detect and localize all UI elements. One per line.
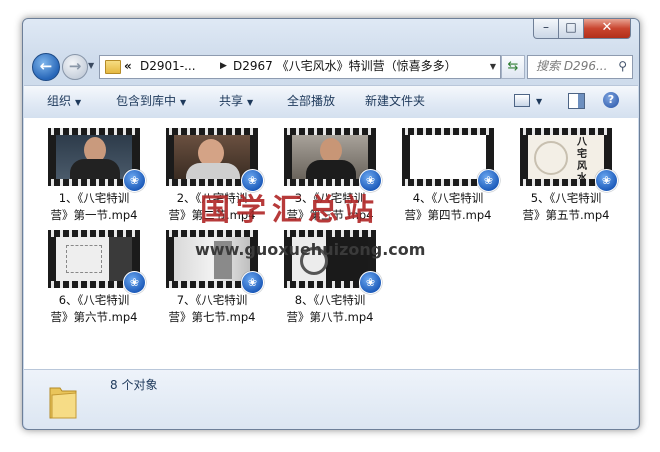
maximize-button[interactable]: □: [558, 19, 584, 39]
file-item[interactable]: ❀ 4、《八宅特训 营》第四节.mp4: [383, 128, 501, 228]
file-name: 8、《八宅特训 营》第八节.mp4: [286, 293, 374, 324]
file-item[interactable]: ❀ 6、《八宅特训 营》第六节.mp4: [29, 230, 147, 330]
film-strip: [284, 230, 376, 237]
refresh-icon: ⇆: [507, 59, 519, 74]
chevron-down-icon: ▼: [247, 98, 254, 107]
file-name: 1、《八宅特训 营》第一节.mp4: [50, 191, 138, 222]
minimize-button[interactable]: –: [533, 19, 559, 39]
share-menu[interactable]: 共享 ▼: [219, 86, 253, 118]
film-strip: [520, 128, 612, 135]
media-player-icon: ❀: [123, 169, 146, 192]
video-frame: [410, 135, 486, 179]
watermark-title: 国学汇总站: [200, 193, 380, 228]
file-name: 7、《八宅特训 营》第七节.mp4: [168, 293, 256, 324]
video-thumbnail: ❀: [166, 230, 264, 294]
search-icon[interactable]: ⚲: [618, 56, 627, 77]
address-overflow[interactable]: «: [124, 56, 132, 77]
media-player-icon: ❀: [241, 271, 264, 294]
address-segment-current[interactable]: D2967 《八宅风水》特训营（惊喜多多）: [233, 56, 457, 77]
search-box[interactable]: 搜索 D296... ⚲: [527, 55, 633, 79]
video-thumbnail: ❀: [166, 128, 264, 192]
recent-pages-dropdown[interactable]: ▼: [88, 61, 94, 70]
video-frame: [292, 135, 368, 179]
details-pane: 8 个对象: [24, 369, 638, 429]
film-strip: [48, 230, 140, 237]
film-strip: [166, 230, 258, 237]
new-folder-button[interactable]: 新建文件夹: [365, 86, 425, 117]
video-thumbnail: ❀: [284, 230, 382, 294]
file-item[interactable]: ❀ 1、《八宅特训 营》第一节.mp4: [29, 128, 147, 228]
media-player-icon: ❀: [595, 169, 618, 192]
forward-button[interactable]: →: [62, 54, 88, 80]
video-frame: [56, 135, 132, 179]
help-icon[interactable]: ?: [603, 92, 619, 108]
film-strip: [48, 128, 140, 135]
chevron-down-icon: ▼: [180, 98, 187, 107]
watermark-url: www.guoxuehuizong.com: [195, 240, 426, 259]
file-name: 5、《八宅特训 营》第五节.mp4: [522, 191, 610, 222]
address-bar[interactable]: « D2901-... ▶ D2967 《八宅风水》特训营（惊喜多多） ▼: [99, 55, 501, 79]
media-player-icon: ❀: [477, 169, 500, 192]
refresh-button[interactable]: ⇆: [501, 55, 525, 79]
folder-icon: [49, 387, 77, 419]
film-strip: [166, 128, 258, 135]
preview-pane-icon[interactable]: [568, 93, 585, 109]
include-in-library-menu[interactable]: 包含到库中 ▼: [116, 86, 186, 118]
video-thumbnail: ❀: [48, 128, 146, 192]
file-name: 6、《八宅特训 营》第六节.mp4: [50, 293, 138, 324]
address-dropdown-icon[interactable]: ▼: [490, 56, 496, 77]
chevron-right-icon[interactable]: ▶: [220, 56, 227, 77]
film-strip: [402, 128, 494, 135]
media-player-icon: ❀: [123, 271, 146, 294]
thumb-calligraphy: 八宅风水: [577, 137, 587, 179]
video-thumbnail: 八宅风水 ❀: [520, 128, 618, 192]
search-placeholder: 搜索 D296...: [536, 59, 608, 73]
view-icon[interactable]: [514, 94, 530, 107]
command-bar: 组织 ▼ 包含到库中 ▼ 共享 ▼ 全部播放 新建文件夹 ▼ ?: [24, 85, 638, 119]
video-thumbnail: ❀: [402, 128, 500, 192]
view-dropdown-icon[interactable]: ▼: [536, 86, 542, 117]
media-player-icon: ❀: [359, 271, 382, 294]
video-thumbnail: ❀: [284, 128, 382, 192]
video-thumbnail: ❀: [48, 230, 146, 294]
video-frame: [56, 237, 132, 281]
close-button[interactable]: ✕: [583, 19, 631, 39]
arrow-left-icon: ←: [39, 57, 53, 75]
video-frame: [174, 135, 250, 179]
back-button[interactable]: ←: [32, 53, 60, 81]
arrow-right-icon: →: [68, 57, 82, 75]
video-frame: 八宅风水: [528, 135, 604, 179]
play-all-button[interactable]: 全部播放: [287, 86, 335, 117]
folder-icon: [105, 60, 121, 74]
organize-menu[interactable]: 组织 ▼: [47, 86, 81, 118]
file-item[interactable]: 八宅风水 ❀ 5、《八宅特训 营》第五节.mp4: [501, 128, 619, 228]
film-strip: [284, 128, 376, 135]
chevron-down-icon: ▼: [75, 98, 82, 107]
file-name: 4、《八宅特训 营》第四节.mp4: [404, 191, 492, 222]
item-count: 8 个对象: [110, 378, 158, 392]
address-segment-parent[interactable]: D2901-...: [140, 56, 196, 77]
